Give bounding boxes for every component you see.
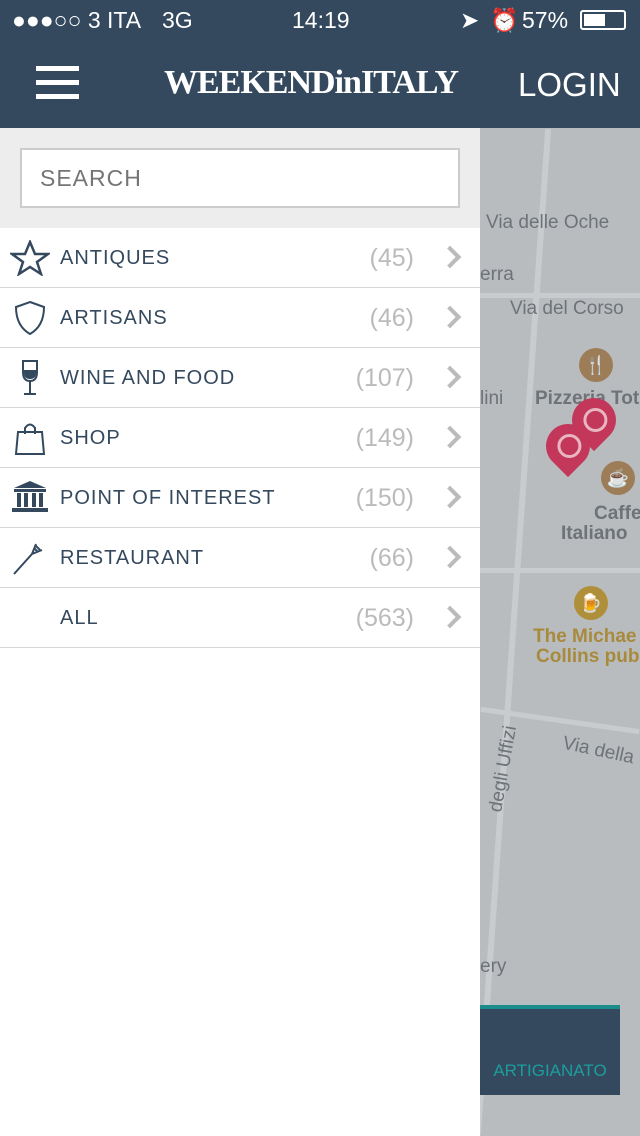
category-list: ANTIQUES (45) ARTISANS (46) WINE AND FOOD (10…: [0, 228, 480, 648]
carrier: ●●●○○ 3 ITA: [12, 7, 142, 33]
chevron-right-icon: [438, 365, 462, 389]
category-count: (563): [355, 604, 414, 632]
category-item-shop[interactable]: SHOP (149): [0, 408, 480, 468]
category-item-artisans[interactable]: ARTISANS (46): [0, 288, 480, 348]
category-count: (66): [369, 544, 414, 572]
network: 3G: [162, 7, 193, 33]
category-count: (150): [355, 484, 414, 512]
map-label: The Michae: [533, 626, 637, 647]
logo[interactable]: WEEKENDinITALY: [164, 64, 459, 102]
category-count: (46): [369, 304, 414, 332]
login-button[interactable]: LOGIN: [518, 66, 621, 104]
shopping-bag-icon: [10, 420, 50, 456]
category-label: WINE AND FOOD: [60, 367, 236, 389]
fork-icon: [10, 540, 50, 576]
category-count: (107): [355, 364, 414, 392]
category-label: POINT OF INTEREST: [60, 487, 276, 509]
map-label: lini: [480, 388, 504, 409]
category-label: ALL: [60, 607, 99, 629]
battery-percent: 57%: [522, 7, 569, 33]
location-icon: ➤: [460, 7, 480, 33]
pub-poi-icon[interactable]: 🍺: [574, 586, 608, 620]
category-item-point-of-interest[interactable]: POINT OF INTEREST (150): [0, 468, 480, 528]
alarm-icon: ⏰: [490, 7, 519, 33]
chevron-right-icon: [438, 485, 462, 509]
nav-bar: WEEKENDinITALY LOGIN: [0, 40, 640, 128]
status-bar: ●●●○○ 3 ITA 3G 14:19 ➤ ⏰ 57%: [0, 0, 640, 40]
map-label: Via delle Oche: [486, 212, 610, 233]
chevron-right-icon: [438, 245, 462, 269]
map-label: Via del Corso: [510, 298, 624, 319]
category-drawer: ANTIQUES (45) ARTISANS (46) WINE AND FOOD (10…: [0, 128, 480, 1136]
category-count: (149): [355, 424, 414, 452]
chevron-right-icon: [438, 425, 462, 449]
menu-button[interactable]: [36, 66, 79, 100]
category-label: ANTIQUES: [60, 247, 171, 269]
category-item-antiques[interactable]: ANTIQUES (45): [0, 228, 480, 288]
map-label: degli Uffizi: [485, 724, 522, 814]
search-input[interactable]: [20, 148, 460, 208]
star-icon: [8, 238, 52, 277]
restaurant-poi-icon[interactable]: 🍴: [579, 348, 613, 382]
map-label: ery: [480, 956, 507, 977]
category-count: (45): [369, 244, 414, 272]
artigianato-button[interactable]: ARTIGIANATO: [480, 1005, 620, 1095]
category-label: ARTISANS: [60, 307, 168, 329]
time: 14:19: [292, 7, 350, 33]
battery-icon: [580, 10, 626, 30]
map[interactable]: Via delle Oche erra Via del Corso lini P…: [480, 128, 640, 1136]
museum-icon: [10, 480, 50, 516]
category-item-all[interactable]: ALL (563): [0, 588, 480, 648]
category-label: SHOP: [60, 427, 121, 449]
map-label: Via della: [560, 732, 637, 769]
cafe-poi-icon[interactable]: ☕: [601, 461, 635, 495]
wine-glass-icon: [10, 360, 50, 396]
map-label: Collins pub: [536, 646, 640, 667]
chevron-right-icon: [438, 605, 462, 629]
category-item-wine-and-food[interactable]: WINE AND FOOD (107): [0, 348, 480, 408]
chevron-right-icon: [438, 305, 462, 329]
artigianato-label: ARTIGIANATO: [493, 1061, 607, 1080]
shield-icon: [10, 300, 50, 336]
chevron-right-icon: [438, 545, 462, 569]
map-label: erra: [480, 264, 514, 285]
category-item-restaurant[interactable]: RESTAURANT (66): [0, 528, 480, 588]
map-label: Caffe: [594, 503, 640, 524]
category-label: RESTAURANT: [60, 547, 205, 569]
map-label: Italiano: [561, 523, 628, 544]
